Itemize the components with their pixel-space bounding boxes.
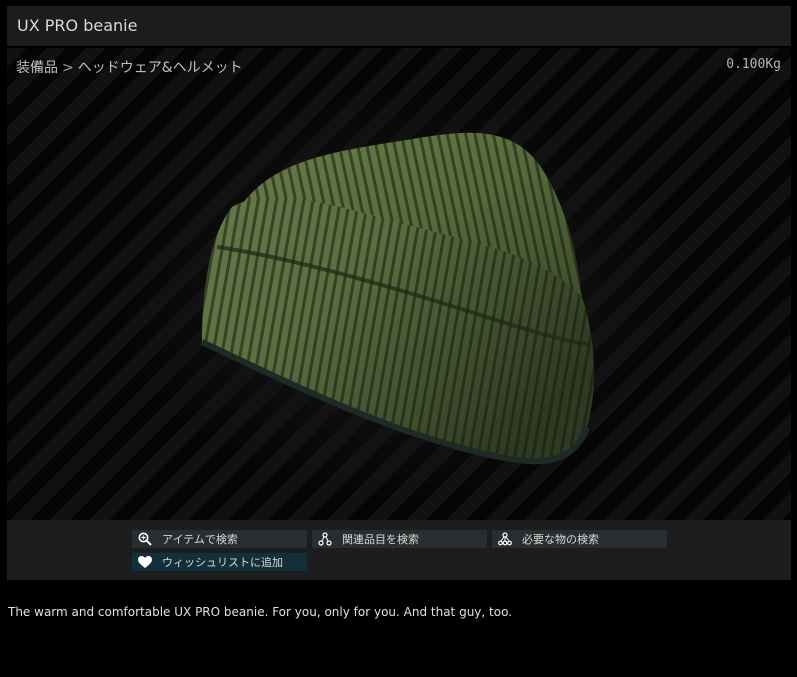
title-bar[interactable]: UX PRO beanie [7, 6, 791, 46]
heart-icon [132, 555, 158, 569]
related-search-label: 関連品目を検索 [342, 533, 419, 546]
item-description: The warm and comfortable UX PRO beanie. … [8, 605, 513, 619]
related-search-button[interactable]: 関連品目を検索 [312, 530, 487, 548]
add-to-wishlist-label: ウィッシュリストに追加 [162, 556, 283, 569]
item-weight: 0.100Kg [726, 57, 781, 72]
item-model-image [177, 82, 617, 502]
breadcrumb-subcategory[interactable]: ヘッドウェア&ヘルメット [78, 60, 243, 76]
nodes-icon [312, 532, 338, 546]
required-search-label: 必要な物の検索 [522, 533, 599, 546]
window-title: UX PRO beanie [17, 16, 138, 35]
action-panel: アイテムで検索 関連品目を検索 必要な物の検索 ウィッシュリストに追加 [7, 520, 791, 580]
tree-icon [492, 532, 518, 546]
required-search-button[interactable]: 必要な物の検索 [492, 530, 667, 548]
beanie-image [200, 132, 594, 465]
breadcrumb: 装備品 > ヘッドウェア&ヘルメット [16, 57, 243, 77]
breadcrumb-category[interactable]: 装備品 [16, 60, 58, 76]
search-items-button[interactable]: アイテムで検索 [132, 530, 307, 548]
item-inspect-window: UX PRO beanie 装備品>ヘッドウェア&ヘルメット 0.100Kg [0, 0, 797, 677]
magnifier-plus-icon [132, 532, 158, 546]
breadcrumb-separator: > [62, 60, 74, 76]
add-to-wishlist-button[interactable]: ウィッシュリストに追加 [132, 553, 307, 571]
search-items-label: アイテムで検索 [162, 533, 238, 546]
item-preview-viewport[interactable]: 装備品 > ヘッドウェア&ヘルメット 0.100Kg [7, 48, 791, 520]
